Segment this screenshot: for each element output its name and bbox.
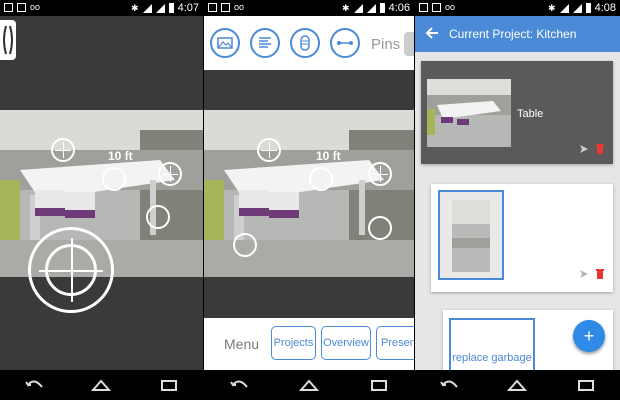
send-icon[interactable]	[579, 144, 589, 154]
tab-overview[interactable]: Overview	[321, 326, 371, 360]
message-icon	[208, 2, 217, 12]
pin-marker[interactable]	[368, 162, 392, 186]
camera-screen-2: oo ✱ 4:06 Pins 10 ft Menu Projects Overv…	[204, 0, 414, 400]
home-icon	[91, 379, 112, 391]
pin-thumbnail[interactable]	[427, 79, 511, 147]
delete-icon[interactable]	[595, 268, 605, 280]
pill-marker[interactable]	[102, 167, 126, 191]
image-icon	[217, 37, 233, 49]
photo-notification-icon	[221, 2, 230, 12]
photo-notification-icon	[17, 2, 26, 12]
home-nav-button[interactable]	[86, 375, 116, 395]
send-icon[interactable]	[579, 269, 589, 279]
crosshair-target[interactable]	[28, 227, 114, 313]
list-icon	[259, 37, 271, 48]
distance-label: 10 ft	[108, 149, 133, 163]
menu-bar: Menu Projects Overview Presen	[204, 318, 414, 370]
menu-label: Menu	[224, 336, 260, 352]
pin-marker[interactable]	[257, 138, 281, 162]
measure-icon	[337, 41, 353, 45]
clock: 4:07	[177, 2, 199, 14]
tab-presentation[interactable]: Presen	[376, 326, 414, 360]
pill-marker[interactable]	[309, 167, 333, 191]
project-screen: oo ✱ 4:08 Current Project: Kitchen Table…	[415, 0, 620, 400]
back-arrow-icon[interactable]	[425, 26, 439, 40]
add-fab-button[interactable]: +	[573, 320, 605, 352]
image-marker[interactable]	[146, 205, 170, 229]
pin-marker[interactable]	[158, 162, 182, 186]
photo-notification-icon	[432, 2, 441, 12]
recents-icon	[161, 380, 178, 391]
back-nav-button[interactable]	[434, 375, 464, 395]
distance-label: 10 ft	[316, 149, 341, 163]
recents-nav-button[interactable]	[571, 375, 601, 395]
status-bar: oo ✱ 4:08	[415, 0, 620, 16]
battery-icon	[585, 3, 591, 13]
message-icon	[419, 2, 428, 12]
home-nav-button[interactable]	[294, 375, 324, 395]
pin-card[interactable]	[431, 184, 613, 292]
pill-tool-button[interactable]	[290, 28, 320, 58]
wifi-icon	[142, 3, 152, 13]
clock: 4:08	[594, 2, 616, 14]
voicemail-icon: oo	[30, 2, 41, 12]
signal-icon	[572, 3, 582, 13]
back-icon	[24, 380, 43, 388]
image-tool-button[interactable]	[210, 28, 240, 58]
home-icon	[507, 379, 528, 391]
image-marker[interactable]	[368, 216, 392, 240]
camera-screen-1: oo ✱ 4:07 10 ft	[0, 0, 203, 400]
bluetooth-icon: ✱	[548, 2, 556, 13]
bracket-handle-icon	[3, 25, 13, 55]
voicemail-icon: oo	[445, 2, 456, 12]
android-nav-bar	[204, 370, 414, 400]
wifi-icon	[559, 3, 569, 13]
recents-icon	[577, 380, 594, 391]
home-icon	[299, 379, 319, 391]
tool-toolbar: Pins	[204, 16, 414, 70]
recents-nav-button[interactable]	[154, 375, 184, 395]
back-icon	[230, 380, 248, 388]
pin-caption: Table	[517, 108, 544, 120]
back-nav-button[interactable]	[224, 375, 254, 395]
recents-nav-button[interactable]	[364, 375, 394, 395]
message-icon	[4, 2, 13, 12]
tab-projects[interactable]: Projects	[271, 326, 316, 360]
pins-handle[interactable]	[404, 32, 414, 56]
list-marker[interactable]	[233, 233, 257, 257]
recents-icon	[371, 380, 387, 391]
android-nav-bar	[415, 370, 620, 400]
side-handle-button[interactable]	[0, 20, 16, 60]
list-tool-button[interactable]	[250, 28, 280, 58]
pin-marker[interactable]	[51, 138, 75, 162]
signal-icon	[155, 3, 165, 13]
pill-icon	[300, 35, 310, 51]
bluetooth-icon: ✱	[131, 2, 139, 13]
status-bar: oo ✱ 4:06	[204, 0, 414, 16]
pin-card[interactable]: Table	[421, 61, 613, 164]
status-bar: oo ✱ 4:07	[0, 0, 203, 16]
signal-icon	[366, 3, 376, 13]
wifi-icon	[353, 3, 363, 13]
battery-icon	[379, 3, 385, 13]
page-title: Current Project: Kitchen	[449, 27, 577, 41]
measure-tool-button[interactable]	[330, 28, 360, 58]
app-bar: Current Project: Kitchen	[415, 16, 620, 52]
home-nav-button[interactable]	[502, 375, 532, 395]
pin-thumbnail[interactable]	[438, 190, 504, 280]
clock: 4:06	[388, 2, 410, 14]
android-nav-bar	[0, 370, 203, 400]
back-icon	[440, 380, 458, 388]
bluetooth-icon: ✱	[342, 2, 350, 13]
battery-icon	[168, 3, 174, 13]
pins-label[interactable]: Pins	[371, 36, 400, 53]
back-nav-button[interactable]	[19, 375, 49, 395]
delete-icon[interactable]	[595, 143, 605, 155]
voicemail-icon: oo	[234, 2, 245, 12]
